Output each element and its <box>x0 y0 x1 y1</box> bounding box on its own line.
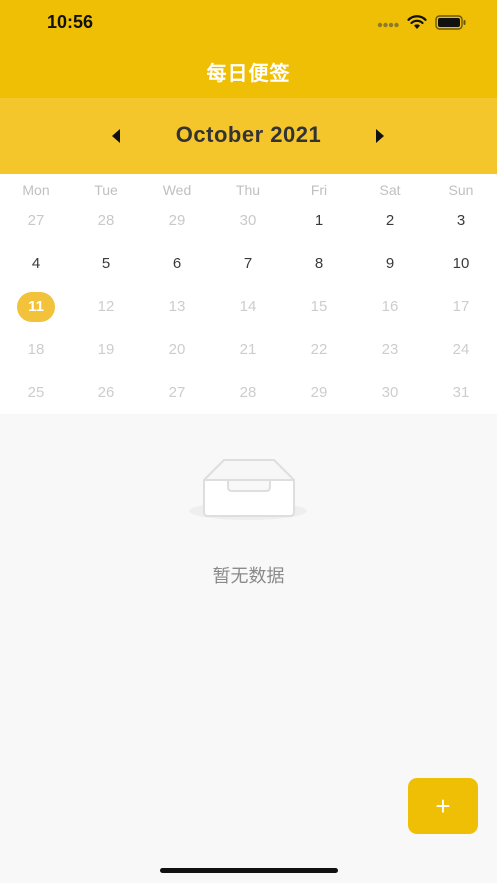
calendar-day[interactable]: 29 <box>157 206 197 236</box>
calendar-day[interactable]: 30 <box>370 378 410 408</box>
calendar-day[interactable]: 22 <box>299 335 339 365</box>
triangle-right-icon <box>376 129 384 143</box>
calendar-day[interactable]: 6 <box>157 249 197 279</box>
calendar-day[interactable]: 10 <box>441 249 481 279</box>
calendar-day-today[interactable]: 11 <box>17 292 55 322</box>
calendar-day[interactable]: 18 <box>16 335 56 365</box>
weekday-label: Wed <box>162 182 192 198</box>
add-note-button[interactable]: + <box>408 778 478 834</box>
cellular-signal-icon <box>377 16 399 34</box>
calendar-day[interactable]: 25 <box>16 378 56 408</box>
weekday-label: Sun <box>448 182 474 198</box>
next-month-button[interactable] <box>368 124 392 148</box>
empty-state-text: 暂无数据 <box>212 566 285 586</box>
calendar-day[interactable]: 1 <box>299 206 339 236</box>
status-icons <box>377 15 467 35</box>
calendar-day[interactable]: 15 <box>299 292 339 322</box>
weekday-label: Tue <box>94 182 118 198</box>
calendar-day[interactable]: 24 <box>441 335 481 365</box>
calendar-day[interactable]: 20 <box>157 335 197 365</box>
month-navigator: October 2021 <box>0 98 497 174</box>
calendar-grid: Mon Tue Wed Thu Fri Sat Sun 27 28 29 30 1 2 3 4 5 6 7 8 9 1… <box>0 174 497 414</box>
home-indicator <box>160 868 338 873</box>
calendar-day[interactable]: 28 <box>228 378 268 408</box>
calendar-day[interactable]: 26 <box>86 378 126 408</box>
calendar-day[interactable]: 8 <box>299 249 339 279</box>
calendar-day[interactable]: 9 <box>370 249 410 279</box>
wifi-icon <box>407 15 427 35</box>
inbox-empty-icon <box>186 454 310 529</box>
calendar-day[interactable]: 7 <box>228 249 268 279</box>
status-time: 10:56 <box>47 12 94 32</box>
weekday-label: Thu <box>235 182 261 198</box>
calendar-day[interactable]: 28 <box>86 206 126 236</box>
calendar-day[interactable]: 17 <box>441 292 481 322</box>
calendar-day[interactable]: 13 <box>157 292 197 322</box>
calendar-day[interactable]: 19 <box>86 335 126 365</box>
status-bar: 10:56 <box>0 0 497 46</box>
month-label: October 2021 <box>175 122 322 147</box>
page-title: 每日便签 <box>206 63 291 85</box>
calendar-day[interactable]: 27 <box>16 206 56 236</box>
calendar-day[interactable]: 5 <box>86 249 126 279</box>
calendar-day[interactable]: 29 <box>299 378 339 408</box>
calendar-day[interactable]: 31 <box>441 378 481 408</box>
calendar-day[interactable]: 30 <box>228 206 268 236</box>
weekday-label: Sat <box>379 182 401 198</box>
calendar-day[interactable]: 27 <box>157 378 197 408</box>
weekday-label: Fri <box>310 182 328 198</box>
calendar-day[interactable]: 23 <box>370 335 410 365</box>
calendar-day[interactable]: 12 <box>86 292 126 322</box>
app-header: 10:56 每日便签 <box>0 0 497 98</box>
calendar-day[interactable]: 3 <box>441 206 481 236</box>
plus-icon: + <box>435 791 451 821</box>
calendar-day[interactable]: 16 <box>370 292 410 322</box>
calendar-day[interactable]: 2 <box>370 206 410 236</box>
battery-icon <box>435 15 467 35</box>
calendar-day[interactable]: 21 <box>228 335 268 365</box>
weekday-label: Mon <box>22 182 50 198</box>
calendar-day[interactable]: 14 <box>228 292 268 322</box>
weekday-header: Mon Tue Wed Thu Fri Sat Sun <box>0 182 497 202</box>
calendar-day[interactable]: 4 <box>16 249 56 279</box>
